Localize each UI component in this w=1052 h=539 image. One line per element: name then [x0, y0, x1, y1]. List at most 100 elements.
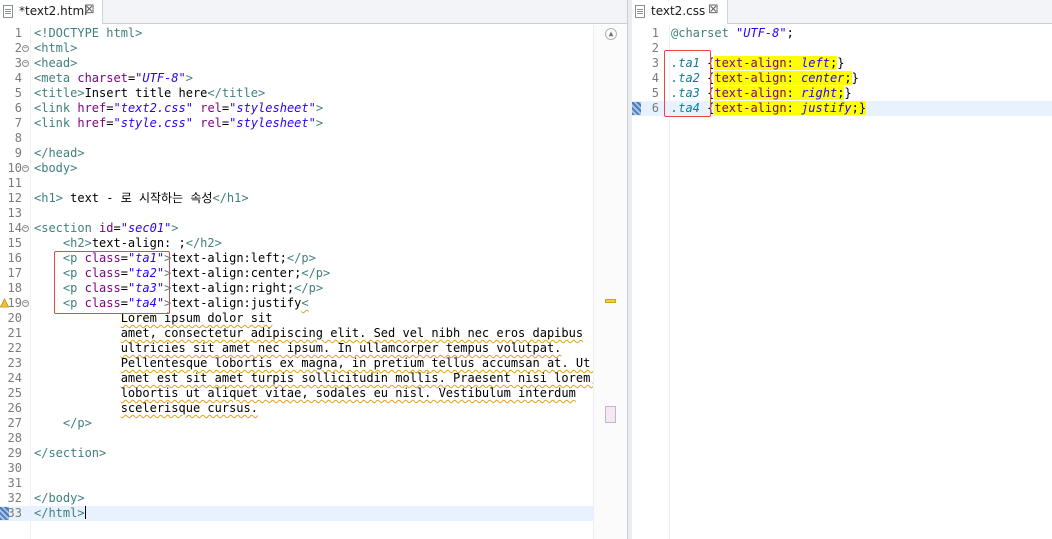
tab-text2-css[interactable]: text2.css ⊠	[632, 0, 728, 24]
code-text[interactable]: <link href="style.css" rel="stylesheet">	[34, 116, 323, 131]
close-icon[interactable]: ⊠	[84, 2, 95, 17]
code-line[interactable]: 24 amet est sit amet turpis sollicitudin…	[0, 371, 627, 386]
code-line[interactable]: 1 <!DOCTYPE html>	[0, 26, 627, 41]
code-line[interactable]: 4 <meta charset="UTF-8">	[0, 71, 627, 86]
overview-ruler[interactable]: ▲	[593, 25, 627, 539]
code-text[interactable]: lobortis ut aliquet vitae, sodales eu ni…	[34, 386, 576, 401]
code-text[interactable]: <head>	[34, 56, 77, 71]
code-text[interactable]: <p class="ta3">text-align:right;</p>	[34, 281, 323, 296]
code-text[interactable]: </html>	[34, 506, 86, 521]
code-line[interactable]: 4 .ta2 {text-align: center;}	[632, 71, 1052, 86]
code-text[interactable]: scelerisque cursus.	[34, 401, 258, 416]
code-line[interactable]: 11	[0, 176, 627, 191]
code-line[interactable]: 26 scelerisque cursus.	[0, 401, 627, 416]
code-text[interactable]: <!DOCTYPE html>	[34, 26, 142, 41]
code-token: <html>	[34, 41, 78, 55]
code-text[interactable]: .ta2 {text-align: center;}	[671, 71, 859, 86]
code-text[interactable]: </p>	[34, 416, 92, 431]
line-number: 6	[14, 101, 22, 115]
code-text[interactable]: <meta charset="UTF-8">	[34, 71, 193, 86]
code-line[interactable]: 5 <title>Insert title here</title>	[0, 86, 627, 101]
line-number: 22	[7, 341, 22, 355]
code-text[interactable]: Lorem ipsum dolor sit	[34, 311, 273, 326]
code-text[interactable]: amet, consectetur adipiscing elit. Sed v…	[34, 326, 583, 341]
fold-collapse-icon[interactable]: −	[22, 225, 29, 232]
html-code-area[interactable]: 1 <!DOCTYPE html> 2− <html> 3− <head> 4 <meta c…	[0, 26, 627, 521]
code-text[interactable]: <p class="ta2">text-align:center;</p>	[34, 266, 330, 281]
line-number: 6	[651, 101, 659, 115]
code-line[interactable]: 17 <p class="ta2">text-align:center;</p>	[0, 266, 627, 281]
css-code-area[interactable]: 1 @charset "UTF-8"; 2 3 .ta1 {text-align: le…	[632, 26, 1052, 116]
code-text[interactable]: <section id="sec01">	[34, 221, 179, 236]
code-token: center	[801, 71, 845, 85]
code-text[interactable]: <h1> text - 로 시작하는 속성</h1>	[34, 191, 249, 206]
tab-text2-html[interactable]: *text2.html ⊠	[0, 0, 103, 24]
code-line[interactable]: 10− <body>	[0, 161, 627, 176]
code-line[interactable]: 3− <head>	[0, 56, 627, 71]
line-number: 27	[7, 416, 22, 430]
code-text[interactable]: .ta4 {text-align: justify;}	[671, 101, 867, 116]
code-line[interactable]: 14− <section id="sec01">	[0, 221, 627, 236]
close-icon[interactable]: ⊠	[708, 2, 719, 17]
code-line[interactable]: 1 @charset "UTF-8";	[632, 26, 1052, 41]
code-token: class	[84, 251, 121, 265]
fold-collapse-icon[interactable]: −	[22, 45, 29, 52]
code-token: .ta2	[671, 71, 700, 85]
code-line[interactable]: 31	[0, 476, 627, 491]
code-text[interactable]: .ta3 {text-align: right;}	[671, 86, 852, 101]
code-line[interactable]: 7 <link href="style.css" rel="stylesheet"…	[0, 116, 627, 131]
code-line[interactable]: 25 lobortis ut aliquet vitae, sodales eu…	[0, 386, 627, 401]
code-text[interactable]: <html>	[34, 41, 77, 56]
code-line[interactable]: 19− <p class="ta4">text-align:justify<	[0, 296, 627, 311]
code-line[interactable]: 5 .ta3 {text-align: right;}	[632, 86, 1052, 101]
code-line[interactable]: 3 .ta1 {text-align: left;}	[632, 56, 1052, 71]
scrollbar-thumb[interactable]	[605, 406, 616, 423]
warning-marker[interactable]	[605, 299, 616, 303]
code-text[interactable]: amet est sit amet turpis sollicitudin mo…	[34, 371, 598, 386]
code-token: Lorem ipsum dolor sit	[120, 311, 273, 325]
code-text[interactable]: </head>	[34, 146, 85, 161]
code-line[interactable]: 30	[0, 461, 627, 476]
code-text[interactable]: .ta1 {text-align: left;}	[671, 56, 844, 71]
code-line[interactable]: 21 amet, consectetur adipiscing elit. Se…	[0, 326, 627, 341]
code-line[interactable]: 32 </body>	[0, 491, 627, 506]
code-line[interactable]: 18 <p class="ta3">text-align:right;</p>	[0, 281, 627, 296]
code-text[interactable]: </body>	[34, 491, 85, 506]
scroll-up-icon[interactable]: ▲	[605, 28, 617, 40]
code-line[interactable]: 15 <h2>text-align: ;</h2>	[0, 236, 627, 251]
code-line[interactable]: 13	[0, 206, 627, 221]
css-editor-pane[interactable]: text2.css ⊠ 1 @charset "UTF-8"; 2 3 .ta1 {te…	[632, 0, 1052, 539]
code-text[interactable]: ultricies sit amet nec ipsum. In ullamco…	[34, 341, 562, 356]
code-line[interactable]: 27 </p>	[0, 416, 627, 431]
code-text[interactable]: Pellentesque lobortis ex magna, in preti…	[34, 356, 612, 371]
code-text[interactable]: <title>Insert title here</title>	[34, 86, 265, 101]
code-line[interactable]: 8	[0, 131, 627, 146]
code-line[interactable]: 9 </head>	[0, 146, 627, 161]
code-token: ultricies sit amet nec ipsum. In ullamco…	[120, 341, 562, 355]
code-line[interactable]: 29 </section>	[0, 446, 627, 461]
code-token: <section	[34, 221, 100, 235]
code-text[interactable]: <p class="ta4">text-align:justify<	[34, 296, 309, 311]
code-line[interactable]: 6 .ta4 {text-align: justify;}	[632, 101, 1052, 116]
code-line[interactable]: 12 <h1> text - 로 시작하는 속성</h1>	[0, 191, 627, 206]
code-line[interactable]: 33 </html>	[0, 506, 593, 521]
code-line[interactable]: 16 <p class="ta1">text-align:left;</p>	[0, 251, 627, 266]
code-line[interactable]: 28	[0, 431, 627, 446]
code-line[interactable]: 22 ultricies sit amet nec ipsum. In ulla…	[0, 341, 627, 356]
code-token: "text2.css"	[113, 101, 193, 115]
fold-collapse-icon[interactable]: −	[22, 300, 29, 307]
code-text[interactable]: </section>	[34, 446, 106, 461]
fold-collapse-icon[interactable]: −	[22, 165, 29, 172]
code-line[interactable]: 20 Lorem ipsum dolor sit	[0, 311, 627, 326]
code-text[interactable]: @charset "UTF-8";	[671, 26, 794, 41]
code-text[interactable]: <link href="text2.css" rel="stylesheet">	[34, 101, 323, 116]
fold-collapse-icon[interactable]: −	[22, 60, 29, 67]
code-text[interactable]: <body>	[34, 161, 77, 176]
code-line[interactable]: 2− <html>	[0, 41, 627, 56]
html-editor-pane[interactable]: *text2.html ⊠ 1 <!DOCTYPE html> 2− <html> 3−…	[0, 0, 627, 539]
code-line[interactable]: 6 <link href="text2.css" rel="stylesheet"…	[0, 101, 627, 116]
code-line[interactable]: 2	[632, 41, 1052, 56]
code-text[interactable]: <p class="ta1">text-align:left;</p>	[34, 251, 316, 266]
code-line[interactable]: 23 Pellentesque lobortis ex magna, in pr…	[0, 356, 627, 371]
code-text[interactable]: <h2>text-align: ;</h2>	[34, 236, 222, 251]
